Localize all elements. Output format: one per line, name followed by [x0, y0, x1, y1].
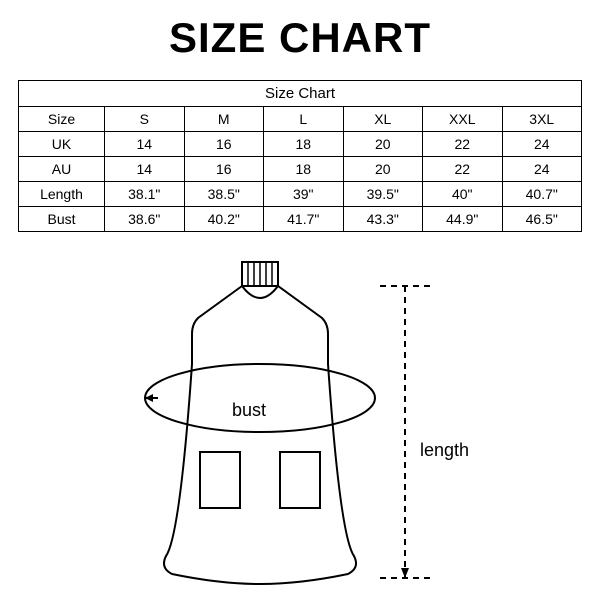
table-row: AU 14 16 18 20 22 24 [19, 157, 582, 182]
row-label-size: Size [19, 107, 105, 132]
dress-diagram-svg: bust length [90, 256, 510, 586]
cell: 16 [184, 157, 264, 182]
cell: 24 [502, 132, 582, 157]
collar-icon [242, 262, 278, 286]
dress-diagram: bust length [18, 256, 582, 586]
pocket-right-icon [280, 452, 320, 508]
cell: 14 [105, 157, 185, 182]
cell: 41.7" [264, 207, 344, 232]
table-row: Size S M L XL XXL 3XL [19, 107, 582, 132]
cell: 18 [264, 132, 344, 157]
row-label-bust: Bust [19, 207, 105, 232]
cell: 40" [423, 182, 503, 207]
cell: 40.7" [502, 182, 582, 207]
cell: 46.5" [502, 207, 582, 232]
arrowhead-icon [401, 568, 409, 578]
cell: 20 [343, 157, 423, 182]
cell: XL [343, 107, 423, 132]
cell: 22 [423, 132, 503, 157]
page-title: SIZE CHART [18, 14, 582, 62]
bust-ellipse-icon [145, 364, 375, 432]
cell: 18 [264, 157, 344, 182]
cell: 20 [343, 132, 423, 157]
cell: 38.1" [105, 182, 185, 207]
cell: L [264, 107, 344, 132]
cell: 39" [264, 182, 344, 207]
cell: 16 [184, 132, 264, 157]
cell: 14 [105, 132, 185, 157]
table-row: UK 14 16 18 20 22 24 [19, 132, 582, 157]
cell: 39.5" [343, 182, 423, 207]
row-label-length: Length [19, 182, 105, 207]
cell: 40.2" [184, 207, 264, 232]
cell: S [105, 107, 185, 132]
cell: 38.6" [105, 207, 185, 232]
row-label-au: AU [19, 157, 105, 182]
table-row: Length 38.1" 38.5" 39" 39.5" 40" 40.7" [19, 182, 582, 207]
table-header-row: Size Chart [19, 81, 582, 107]
table-row: Bust 38.6" 40.2" 41.7" 43.3" 44.9" 46.5" [19, 207, 582, 232]
cell: 43.3" [343, 207, 423, 232]
neckline-icon [242, 286, 278, 298]
length-label: length [420, 440, 469, 460]
cell: XXL [423, 107, 503, 132]
dress-outline-icon [164, 286, 356, 584]
pocket-left-icon [200, 452, 240, 508]
bust-label: bust [232, 400, 266, 420]
cell: 3XL [502, 107, 582, 132]
cell: 38.5" [184, 182, 264, 207]
cell: 24 [502, 157, 582, 182]
cell: M [184, 107, 264, 132]
table-header: Size Chart [19, 81, 582, 107]
cell: 22 [423, 157, 503, 182]
size-chart-page: SIZE CHART Size Chart Size S M L XL XXL … [0, 0, 600, 600]
cell: 44.9" [423, 207, 503, 232]
row-label-uk: UK [19, 132, 105, 157]
size-chart-table: Size Chart Size S M L XL XXL 3XL UK 14 1… [18, 80, 582, 232]
